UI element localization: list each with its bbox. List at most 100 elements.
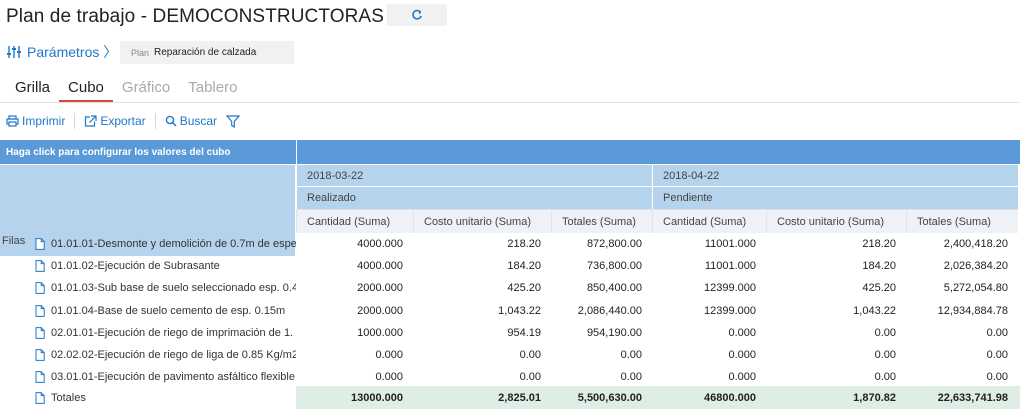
data-cell[interactable]: 0.00 xyxy=(413,366,551,388)
column-header-measure[interactable]: Totales (Suma) xyxy=(906,209,1018,233)
row-header[interactable]: 01.01.02-Ejecución de Subrasante xyxy=(0,255,296,277)
data-cell[interactable]: 218.20 xyxy=(413,233,551,255)
row-header[interactable]: 01.01.04-Base de suelo cemento de esp. 0… xyxy=(0,300,296,322)
data-cell[interactable]: 4000.000 xyxy=(296,255,413,277)
document-icon xyxy=(35,260,45,273)
data-cell[interactable]: 2,026,384.20 xyxy=(906,255,1018,277)
data-cell[interactable]: 850,400.00 xyxy=(551,277,652,299)
data-cell[interactable]: 0.00 xyxy=(906,366,1018,388)
data-cell[interactable]: 0.00 xyxy=(906,322,1018,344)
plan-selector[interactable]: Plan Reparación de calzada xyxy=(120,41,294,64)
column-header-measure[interactable]: Totales (Suma) xyxy=(551,209,652,233)
tab-tablero[interactable]: Tablero xyxy=(179,77,246,103)
export-button[interactable]: Exportar xyxy=(84,114,154,128)
row-header-label: 01.01.04-Base de suelo cemento de esp. 0… xyxy=(51,304,286,317)
data-cell[interactable]: 2,400,418.20 xyxy=(906,233,1018,255)
print-button[interactable]: Imprimir xyxy=(6,114,74,128)
data-cell[interactable]: 954.19 xyxy=(413,322,551,344)
total-cell[interactable]: 1,870.82 xyxy=(766,386,906,409)
data-cell[interactable]: 218.20 xyxy=(766,233,906,255)
filter-icon xyxy=(226,114,241,128)
document-icon xyxy=(35,304,45,317)
data-cell[interactable]: 0.000 xyxy=(652,322,766,344)
plan-value: Reparación de calzada xyxy=(154,47,257,58)
row-header[interactable]: 02.02.02-Ejecución de riego de liga de 0… xyxy=(0,344,296,366)
refresh-icon xyxy=(412,9,422,20)
total-cell[interactable]: 13000.000 xyxy=(296,386,413,409)
printer-icon xyxy=(6,115,19,127)
data-cell[interactable]: 5,272,054.80 xyxy=(906,277,1018,299)
data-cell[interactable]: 0.00 xyxy=(766,366,906,388)
toolbar: Imprimir Exportar Buscar xyxy=(6,112,252,130)
data-cell[interactable]: 0.000 xyxy=(296,344,413,366)
data-cell[interactable]: 1,043.22 xyxy=(766,300,906,322)
search-button[interactable]: Buscar xyxy=(165,114,226,128)
total-cell[interactable]: 2,825.01 xyxy=(413,386,551,409)
data-cell[interactable]: 425.20 xyxy=(766,277,906,299)
filter-button[interactable] xyxy=(226,114,252,128)
data-cell[interactable]: 2000.000 xyxy=(296,277,413,299)
data-cell[interactable]: 12,934,884.78 xyxy=(906,300,1018,322)
external-link-icon xyxy=(85,115,97,127)
view-tabs: Grilla Cubo Gráfico Tablero xyxy=(6,77,246,103)
data-cell[interactable]: 954,190.00 xyxy=(551,322,652,344)
data-cell[interactable]: 872,800.00 xyxy=(551,233,652,255)
column-header-measure[interactable]: Cantidad (Suma) xyxy=(652,209,766,233)
column-header-status[interactable]: Realizado xyxy=(296,186,652,209)
page-title: Plan de trabajo - DEMOCONSTRUCTORAS xyxy=(6,6,384,27)
row-header[interactable]: 03.01.01-Ejecución de pavimento asfáltic… xyxy=(0,366,296,388)
column-header-date[interactable]: 2018-03-22 xyxy=(296,164,652,186)
data-cell[interactable]: 184.20 xyxy=(766,255,906,277)
totals-row-header[interactable]: Totales xyxy=(0,386,296,409)
row-header[interactable]: 01.01.03-Sub base de suelo seleccionado … xyxy=(0,277,296,299)
row-header[interactable]: 01.01.01-Desmonte y demolición de 0.7m d… xyxy=(0,233,296,255)
data-cell[interactable]: 0.000 xyxy=(296,366,413,388)
tab-grafico[interactable]: Gráfico xyxy=(113,77,179,103)
data-cell[interactable]: 0.00 xyxy=(551,344,652,366)
data-cell[interactable]: 12399.000 xyxy=(652,300,766,322)
sliders-icon xyxy=(7,46,21,58)
data-cell[interactable]: 12399.000 xyxy=(652,277,766,299)
data-cell[interactable]: 2000.000 xyxy=(296,300,413,322)
data-cell[interactable]: 184.20 xyxy=(413,255,551,277)
toolbar-separator xyxy=(154,113,156,129)
document-icon xyxy=(35,391,45,404)
row-header-label: 01.01.01-Desmonte y demolición de 0.7m d… xyxy=(51,238,296,250)
column-header-measure[interactable]: Costo unitario (Suma) xyxy=(766,209,906,233)
column-header-measure[interactable]: Costo unitario (Suma) xyxy=(413,209,551,233)
tab-grilla[interactable]: Grilla xyxy=(6,77,59,103)
data-cell[interactable]: 0.00 xyxy=(766,322,906,344)
total-cell[interactable]: 5,500,630.00 xyxy=(551,386,652,409)
column-header-status[interactable]: Pendiente xyxy=(652,186,1018,209)
data-cell[interactable]: 11001.000 xyxy=(652,233,766,255)
column-header-date[interactable]: 2018-04-22 xyxy=(652,164,1018,186)
print-label: Imprimir xyxy=(22,114,66,128)
row-header[interactable]: 02.01.01-Ejecución de riego de imprimaci… xyxy=(0,322,296,344)
configure-cube-bar[interactable]: Haga click para configurar los valores d… xyxy=(0,140,296,164)
data-cell[interactable]: 0.00 xyxy=(766,344,906,366)
data-cell[interactable]: 1,043.22 xyxy=(413,300,551,322)
data-cell[interactable]: 0.00 xyxy=(551,366,652,388)
row-header-label: 01.01.03-Sub base de suelo seleccionado … xyxy=(51,282,296,295)
column-header-measure[interactable]: Cantidad (Suma) xyxy=(296,209,413,233)
total-cell[interactable]: 46800.000 xyxy=(652,386,766,409)
data-cell[interactable]: 0.00 xyxy=(906,344,1018,366)
data-cell[interactable]: 11001.000 xyxy=(652,255,766,277)
row-header-label: 02.01.01-Ejecución de riego de imprimaci… xyxy=(51,326,294,339)
tab-cubo[interactable]: Cubo xyxy=(59,77,113,103)
toolbar-separator xyxy=(74,113,76,129)
data-cell[interactable]: 1000.000 xyxy=(296,322,413,344)
data-cell[interactable]: 425.20 xyxy=(413,277,551,299)
search-label: Buscar xyxy=(179,114,218,128)
parameters-toggle[interactable]: Parámetros 〉 xyxy=(6,41,117,63)
total-cell[interactable]: 22,633,741.98 xyxy=(906,386,1018,409)
refresh-button[interactable] xyxy=(387,4,447,26)
tabs-divider xyxy=(0,102,1020,103)
data-cell[interactable]: 4000.000 xyxy=(296,233,413,255)
data-cell[interactable]: 2,086,440.00 xyxy=(551,300,652,322)
data-cell[interactable]: 0.000 xyxy=(652,366,766,388)
data-cell[interactable]: 0.000 xyxy=(652,344,766,366)
data-cell[interactable]: 0.00 xyxy=(413,344,551,366)
data-cell[interactable]: 736,800.00 xyxy=(551,255,652,277)
document-icon xyxy=(35,238,45,250)
